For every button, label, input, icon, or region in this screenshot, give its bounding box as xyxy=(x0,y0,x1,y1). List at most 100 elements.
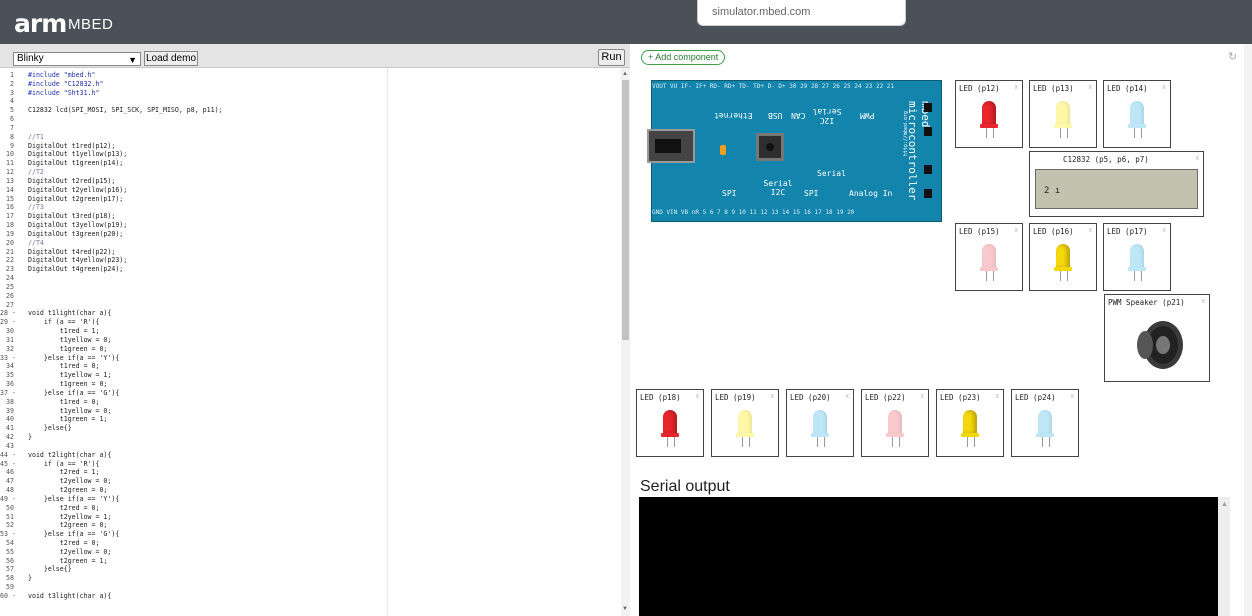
led-component[interactable]: LED (p22) x xyxy=(861,389,929,457)
close-icon[interactable]: x xyxy=(1163,227,1167,234)
led-base xyxy=(1054,267,1072,271)
scroll-up-arrow-icon[interactable]: ▲ xyxy=(622,71,628,77)
led-component[interactable]: LED (p19) x xyxy=(711,389,779,457)
close-icon[interactable]: x xyxy=(1071,393,1075,400)
close-icon[interactable]: x xyxy=(846,393,850,400)
speaker-icon xyxy=(1137,321,1183,369)
close-icon[interactable]: x xyxy=(1202,298,1206,305)
line-number: 13 xyxy=(6,176,14,185)
line-number: 46 xyxy=(6,468,14,477)
led-bulb xyxy=(1056,101,1070,125)
led-component[interactable]: LED (p15) x xyxy=(955,223,1023,291)
led-bulb xyxy=(1130,244,1144,268)
led-leg xyxy=(1067,271,1068,281)
run-button[interactable]: Run xyxy=(598,49,625,66)
board-chip xyxy=(924,127,932,136)
code-line: 15 DigitalOut t2green(p17); xyxy=(0,195,123,203)
line-number: 48 xyxy=(6,486,14,494)
line-number: 57 xyxy=(6,565,14,574)
line-number: 22 xyxy=(6,256,14,265)
code-text: DigitalOut t3yellow(p19); xyxy=(28,221,128,230)
board-label-pwm: PWM xyxy=(860,111,875,120)
code-text: DigitalOut t4red(p22); xyxy=(28,247,116,256)
board-label-serial-i2c: Serial I2C xyxy=(763,179,793,197)
scroll-up-arrow-icon[interactable]: ▲ xyxy=(1221,501,1228,508)
led-leg xyxy=(986,128,987,138)
line-number: 16 xyxy=(6,203,14,212)
code-text: } xyxy=(28,433,32,442)
code-line: 58} xyxy=(0,574,32,582)
led-base xyxy=(811,433,829,437)
code-text: t1red = 0; xyxy=(28,397,100,406)
load-demo-button[interactable]: Load demo xyxy=(144,51,198,66)
code-line: 7 xyxy=(0,124,28,132)
line-number: 36 xyxy=(6,380,14,389)
close-icon[interactable]: x xyxy=(771,393,775,400)
add-component-button[interactable]: + Add component xyxy=(641,50,726,65)
code-line: 48 t2green = 0; xyxy=(0,486,107,494)
led-component[interactable]: LED (p14) x xyxy=(1103,80,1171,148)
serial-output-console[interactable] xyxy=(639,497,1218,616)
led-component[interactable]: LED (p20) x xyxy=(786,389,854,457)
code-line: 30 t1red = 1; xyxy=(0,327,99,335)
line-number: 44 - xyxy=(0,450,16,459)
code-line: 49 - }else if(a == 'Y'){ xyxy=(0,495,119,503)
led-component[interactable]: LED (p12) x xyxy=(955,80,1023,148)
code-line: 41 }else{} xyxy=(0,424,72,432)
code-text: }else if(a == 'Y'){ xyxy=(28,494,120,503)
code-line: 3 #include "Sht31.h" xyxy=(0,89,99,97)
line-number: 1 xyxy=(10,71,14,79)
close-icon[interactable]: x xyxy=(996,393,1000,400)
close-icon[interactable]: x xyxy=(1163,84,1167,91)
code-text: t2red = 0; xyxy=(28,538,100,547)
code-line: 22 DigitalOut t4yellow(p23); xyxy=(0,256,127,264)
serial-output-title: Serial output xyxy=(640,478,730,495)
print-margin xyxy=(387,68,388,616)
line-number: 41 xyxy=(6,424,14,433)
code-text: t2green = 0; xyxy=(28,486,108,494)
led-leg xyxy=(892,437,893,447)
code-text: }else{} xyxy=(28,565,72,574)
code-line: 53 - }else if(a == 'G'){ xyxy=(0,530,119,538)
led-component[interactable]: LED (p16) x xyxy=(1029,223,1097,291)
led-component[interactable]: LED (p23) x xyxy=(936,389,1004,457)
code-line: 43 xyxy=(0,442,28,450)
close-icon[interactable]: x xyxy=(1015,84,1019,91)
led-label: LED (p12) xyxy=(959,84,1000,93)
scroll-down-arrow-icon[interactable]: ▼ xyxy=(622,606,628,612)
speaker-component[interactable]: PWM Speaker (p21) x xyxy=(1104,294,1210,382)
demo-select[interactable]: Blinky ▼ xyxy=(13,52,141,66)
code-line: 42} xyxy=(0,433,32,441)
components-scrollbar[interactable] xyxy=(1244,44,1252,616)
led-component[interactable]: LED (p17) x xyxy=(1103,223,1171,291)
code-line: 31 t1yellow = 0; xyxy=(0,336,111,344)
led-leg xyxy=(667,437,668,447)
led-component[interactable]: LED (p24) x xyxy=(1011,389,1079,457)
reset-button[interactable] xyxy=(756,133,784,161)
led-bulb xyxy=(1130,101,1144,125)
led-component[interactable]: LED (p13) x xyxy=(1029,80,1097,148)
close-icon[interactable]: x xyxy=(696,393,700,400)
reload-icon[interactable]: ↻ xyxy=(1228,50,1237,63)
led-leg xyxy=(974,437,975,447)
code-line: 9 DigitalOut t1red(p12); xyxy=(0,142,115,150)
serial-scrollbar[interactable] xyxy=(1218,497,1230,616)
close-icon[interactable]: x xyxy=(1196,155,1200,162)
led-label: LED (p14) xyxy=(1107,84,1148,93)
close-icon[interactable]: x xyxy=(1089,84,1093,91)
board-label-usb: USB xyxy=(768,111,783,120)
led-leg xyxy=(1060,271,1061,281)
close-icon[interactable]: x xyxy=(1015,227,1019,234)
close-icon[interactable]: x xyxy=(1089,227,1093,234)
line-number: 25 xyxy=(6,282,14,291)
led-leg xyxy=(986,271,987,281)
code-text: }else if(a == 'G'){ xyxy=(28,530,120,539)
led-component[interactable]: LED (p18) x xyxy=(636,389,704,457)
close-icon[interactable]: x xyxy=(921,393,925,400)
editor-scroll-thumb[interactable] xyxy=(622,80,629,340)
board-label-serial: Serial xyxy=(817,169,846,178)
line-number: 54 xyxy=(6,538,14,547)
lcd-component[interactable]: C12832 (p5, p6, p7) x 2 ı xyxy=(1029,151,1204,217)
board-label-can: CAN xyxy=(791,111,806,120)
code-text: t2yellow = 1; xyxy=(28,512,112,521)
